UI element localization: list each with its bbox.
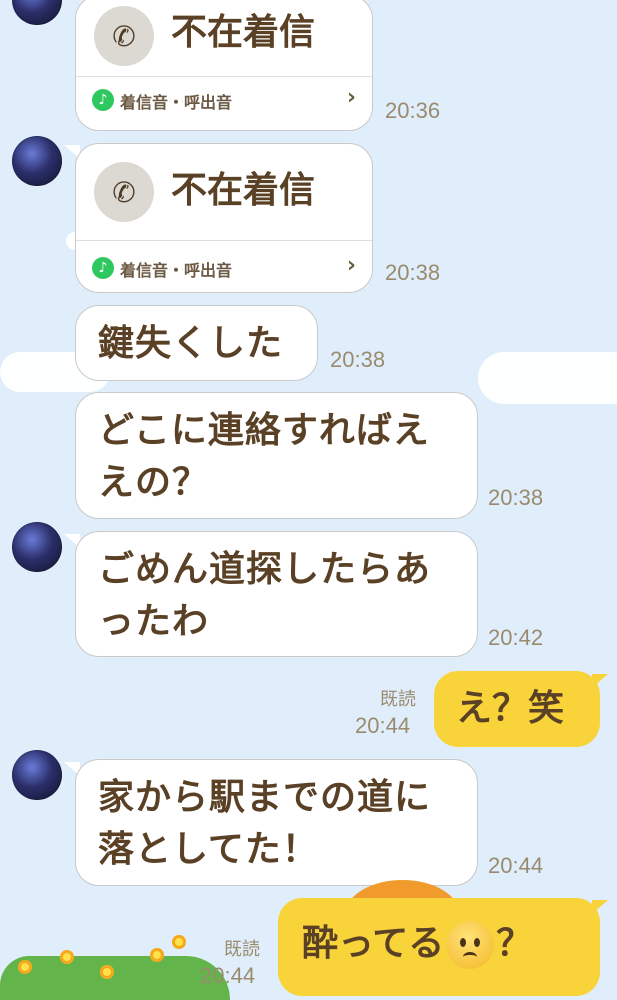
background-flower bbox=[18, 960, 32, 974]
bubble-tail bbox=[592, 900, 608, 914]
background-flower bbox=[60, 950, 74, 964]
phone-icon: ✆ bbox=[94, 6, 154, 66]
message-text-after: ？ bbox=[496, 923, 533, 964]
call-title: 不在着信 bbox=[171, 12, 316, 53]
message-text-line: ったわ bbox=[98, 601, 210, 642]
missed-call-card[interactable]: ✆ 不在着信 ♪ 着信音・呼出音 › bbox=[75, 143, 373, 293]
message-text-before: 酔ってる bbox=[302, 923, 445, 964]
read-receipt: 既読 bbox=[224, 939, 260, 960]
message-time: 20:38 bbox=[488, 485, 544, 510]
message-time: 20:38 bbox=[330, 347, 386, 372]
message-bubble[interactable]: 家から駅までの道に 落としてた！ bbox=[75, 759, 478, 886]
message-time: 20:44 bbox=[200, 963, 256, 988]
bubble-tail bbox=[592, 674, 608, 688]
call-card-header: ✆ 不在着信 bbox=[76, 144, 372, 241]
message-text-line: えの？ bbox=[98, 462, 210, 503]
background-flower bbox=[172, 935, 186, 949]
message-text: え？笑 bbox=[456, 688, 565, 729]
chevron-right-icon: › bbox=[346, 253, 356, 278]
message-time: 20:44 bbox=[355, 713, 411, 738]
call-card-header: ✆ 不在着信 bbox=[76, 0, 372, 77]
avatar[interactable] bbox=[12, 750, 62, 800]
chevron-right-icon: › bbox=[346, 85, 356, 110]
message-time: 20:44 bbox=[488, 853, 544, 878]
avatar[interactable] bbox=[12, 522, 62, 572]
outgoing-message-bubble[interactable]: え？笑 bbox=[434, 671, 600, 747]
background-cloud bbox=[478, 352, 617, 404]
background-flower bbox=[150, 948, 164, 962]
message-text-line: ごめん道探したらあ bbox=[98, 549, 432, 590]
avatar[interactable] bbox=[12, 136, 62, 186]
ringtone-link[interactable]: ♪ 着信音・呼出音 › bbox=[76, 241, 372, 289]
message-time: 20:36 bbox=[385, 98, 441, 123]
message-text-line: 家から駅までの道に bbox=[98, 777, 432, 818]
message-bubble[interactable]: ごめん道探したらあ ったわ bbox=[75, 531, 478, 657]
message-text: 酔ってる ？ bbox=[302, 918, 576, 970]
ringtone-label: 着信音・呼出音 bbox=[120, 261, 233, 280]
message-text: 鍵失くした bbox=[98, 323, 284, 364]
call-title: 不在着信 bbox=[171, 170, 316, 211]
message-time: 20:38 bbox=[385, 260, 441, 285]
music-note-icon: ♪ bbox=[92, 89, 114, 111]
music-note-icon: ♪ bbox=[92, 257, 114, 279]
message-time: 20:42 bbox=[488, 625, 544, 650]
background-grass bbox=[0, 956, 230, 1000]
worried-face-emoji-icon bbox=[446, 921, 495, 969]
message-bubble[interactable]: どこに連絡すればえ えの？ bbox=[75, 392, 478, 519]
missed-call-card[interactable]: ✆ 不在着信 ♪ 着信音・呼出音 › bbox=[75, 0, 373, 131]
message-text-line: どこに連絡すればえ bbox=[98, 410, 430, 451]
message-bubble[interactable]: 鍵失くした bbox=[75, 305, 318, 381]
avatar[interactable] bbox=[12, 0, 62, 25]
ringtone-link[interactable]: ♪ 着信音・呼出音 › bbox=[76, 77, 372, 125]
message-text-line: 落としてた！ bbox=[98, 829, 319, 870]
outgoing-message-bubble[interactable]: 酔ってる ？ bbox=[278, 898, 600, 996]
read-receipt: 既読 bbox=[380, 689, 416, 710]
background-flower bbox=[100, 965, 114, 979]
phone-icon: ✆ bbox=[94, 162, 154, 222]
ringtone-label: 着信音・呼出音 bbox=[120, 93, 233, 112]
